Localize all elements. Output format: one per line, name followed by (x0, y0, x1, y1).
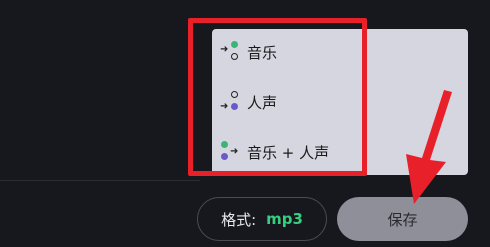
format-selector[interactable]: 格式: mp3 (197, 197, 327, 241)
vocals-output-icon: ➜ (220, 90, 240, 114)
menu-item-label: 人声 (247, 93, 278, 112)
divider (0, 180, 200, 181)
menu-item-music-vocals[interactable]: ➜ 音乐 + 人声 (220, 139, 329, 165)
music-vocals-output-icon: ➜ (220, 140, 240, 164)
output-type-menu: ➜ 音乐 ➜ 人声 ➜ 音乐 + 人声 (212, 29, 468, 175)
menu-item-label: 音乐 + 人声 (247, 143, 330, 162)
menu-item-vocals[interactable]: ➜ 人声 (220, 89, 277, 115)
save-button[interactable]: 保存 (337, 197, 468, 241)
format-label: 格式: (221, 210, 257, 229)
format-value: mp3 (266, 210, 303, 228)
music-output-icon: ➜ (220, 40, 240, 64)
menu-item-music[interactable]: ➜ 音乐 (220, 39, 277, 65)
menu-item-label: 音乐 (247, 43, 278, 62)
